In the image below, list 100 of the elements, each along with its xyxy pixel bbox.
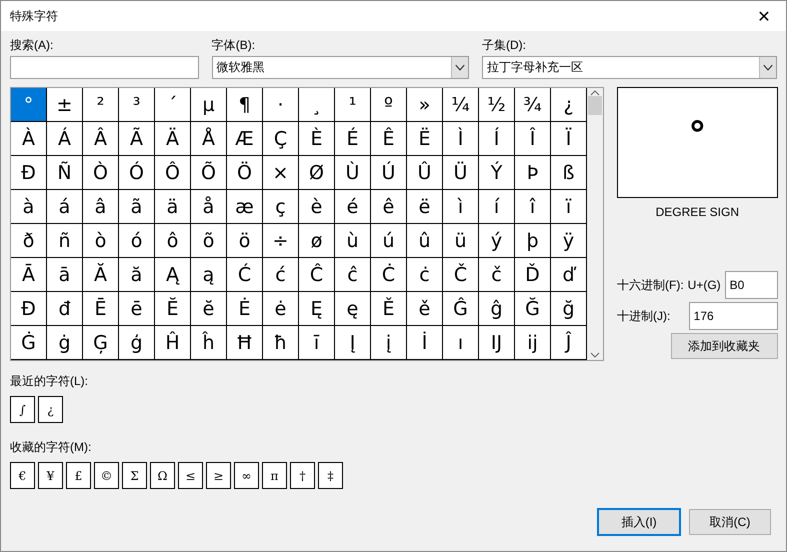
character-cell[interactable]: ø [299, 224, 335, 258]
character-cell[interactable]: ÷ [263, 224, 299, 258]
character-cell[interactable]: Õ [191, 156, 227, 190]
character-cell[interactable]: Ă [83, 258, 119, 292]
character-cell[interactable]: é [335, 190, 371, 224]
character-cell[interactable]: Ç [263, 122, 299, 156]
character-cell[interactable]: Ĳ [479, 326, 515, 360]
character-cell[interactable]: ò [83, 224, 119, 258]
character-cell[interactable]: Ė [227, 292, 263, 326]
hex-code-field[interactable]: B0 [724, 271, 778, 299]
cancel-button[interactable]: 取消(C) [689, 509, 771, 535]
character-cell[interactable]: ġ [47, 326, 83, 360]
character-cell[interactable]: ¶ [227, 88, 263, 122]
character-cell[interactable]: ē [119, 292, 155, 326]
favorite-character[interactable]: ‡ [318, 462, 343, 489]
character-cell[interactable]: í [479, 190, 515, 224]
character-cell[interactable]: · [263, 88, 299, 122]
character-cell[interactable]: ĉ [335, 258, 371, 292]
character-cell[interactable]: ³ [119, 88, 155, 122]
character-cell[interactable]: ñ [47, 224, 83, 258]
character-cell[interactable]: æ [227, 190, 263, 224]
character-cell[interactable]: ß [551, 156, 587, 190]
character-cell[interactable]: Ħ [227, 326, 263, 360]
character-cell[interactable]: ģ [119, 326, 155, 360]
character-cell[interactable]: ć [263, 258, 299, 292]
character-cell[interactable]: â [83, 190, 119, 224]
character-cell[interactable]: Ę [299, 292, 335, 326]
character-cell[interactable]: ù [335, 224, 371, 258]
recent-character[interactable]: ¿ [38, 396, 63, 423]
character-cell[interactable]: ä [155, 190, 191, 224]
character-cell[interactable]: ā [47, 258, 83, 292]
character-cell[interactable]: ď [551, 258, 587, 292]
character-cell[interactable]: á [47, 190, 83, 224]
character-cell[interactable]: Ò [83, 156, 119, 190]
character-cell[interactable]: ì [443, 190, 479, 224]
close-button[interactable]: ✕ [742, 1, 786, 31]
character-cell[interactable]: Ĝ [443, 292, 479, 326]
character-cell[interactable]: ô [155, 224, 191, 258]
character-cell[interactable]: Ĉ [299, 258, 335, 292]
character-cell[interactable]: Ě [371, 292, 407, 326]
character-cell[interactable]: Ô [155, 156, 191, 190]
character-cell[interactable]: ö [227, 224, 263, 258]
character-cell[interactable]: ĳ [515, 326, 551, 360]
dropdown-caret-icon[interactable] [759, 57, 776, 78]
character-cell[interactable]: Ć [227, 258, 263, 292]
scroll-down-icon[interactable] [590, 352, 600, 358]
character-cell[interactable]: Ä [155, 122, 191, 156]
character-cell[interactable]: × [263, 156, 299, 190]
character-cell[interactable]: À [11, 122, 47, 156]
character-cell[interactable]: Ģ [83, 326, 119, 360]
character-cell[interactable]: ï [551, 190, 587, 224]
character-cell[interactable]: Ā [11, 258, 47, 292]
character-cell[interactable]: ú [371, 224, 407, 258]
character-cell[interactable]: ¾ [515, 88, 551, 122]
character-cell[interactable]: ī [299, 326, 335, 360]
character-cell[interactable]: č [479, 258, 515, 292]
character-cell[interactable]: þ [515, 224, 551, 258]
favorite-character[interactable]: Ω [150, 462, 175, 489]
character-cell[interactable]: ħ [263, 326, 299, 360]
character-cell[interactable]: Ó [119, 156, 155, 190]
character-cell[interactable]: Û [407, 156, 443, 190]
character-cell[interactable]: ¿ [551, 88, 587, 122]
decimal-code-field[interactable]: 176 [688, 302, 778, 330]
character-cell[interactable]: Ĵ [551, 326, 587, 360]
character-cell[interactable]: Ù [335, 156, 371, 190]
favorite-character[interactable]: † [290, 462, 315, 489]
favorite-character[interactable]: ¥ [38, 462, 63, 489]
character-cell[interactable]: đ [47, 292, 83, 326]
character-cell[interactable]: Đ [11, 292, 47, 326]
character-cell[interactable]: ý [479, 224, 515, 258]
character-cell[interactable]: ¼ [443, 88, 479, 122]
character-cell[interactable]: Ď [515, 258, 551, 292]
character-cell[interactable]: õ [191, 224, 227, 258]
character-cell[interactable]: ę [335, 292, 371, 326]
character-cell[interactable]: ė [263, 292, 299, 326]
character-cell[interactable]: Ü [443, 156, 479, 190]
character-cell[interactable]: ą [191, 258, 227, 292]
character-cell[interactable]: È [299, 122, 335, 156]
add-to-favorites-button[interactable]: 添加到收藏夹 [670, 333, 778, 359]
character-cell[interactable]: Ğ [515, 292, 551, 326]
favorite-character[interactable]: Σ [122, 462, 147, 489]
character-cell[interactable]: ¸ [299, 88, 335, 122]
character-cell[interactable]: ü [443, 224, 479, 258]
scroll-thumb[interactable] [588, 96, 602, 115]
character-cell[interactable]: ċ [407, 258, 443, 292]
character-cell[interactable]: Î [515, 122, 551, 156]
favorite-character[interactable]: ≥ [206, 462, 231, 489]
character-cell[interactable]: ĝ [479, 292, 515, 326]
character-cell[interactable]: ĕ [191, 292, 227, 326]
character-cell[interactable]: ¹ [335, 88, 371, 122]
character-cell[interactable]: ´ [155, 88, 191, 122]
character-cell[interactable]: Á [47, 122, 83, 156]
character-cell[interactable]: Ï [551, 122, 587, 156]
favorite-character[interactable]: π [262, 462, 287, 489]
character-cell[interactable]: ğ [551, 292, 587, 326]
character-cell[interactable]: ² [83, 88, 119, 122]
character-cell[interactable]: Ú [371, 156, 407, 190]
character-cell[interactable]: É [335, 122, 371, 156]
character-cell[interactable]: Ã [119, 122, 155, 156]
character-cell[interactable]: ã [119, 190, 155, 224]
